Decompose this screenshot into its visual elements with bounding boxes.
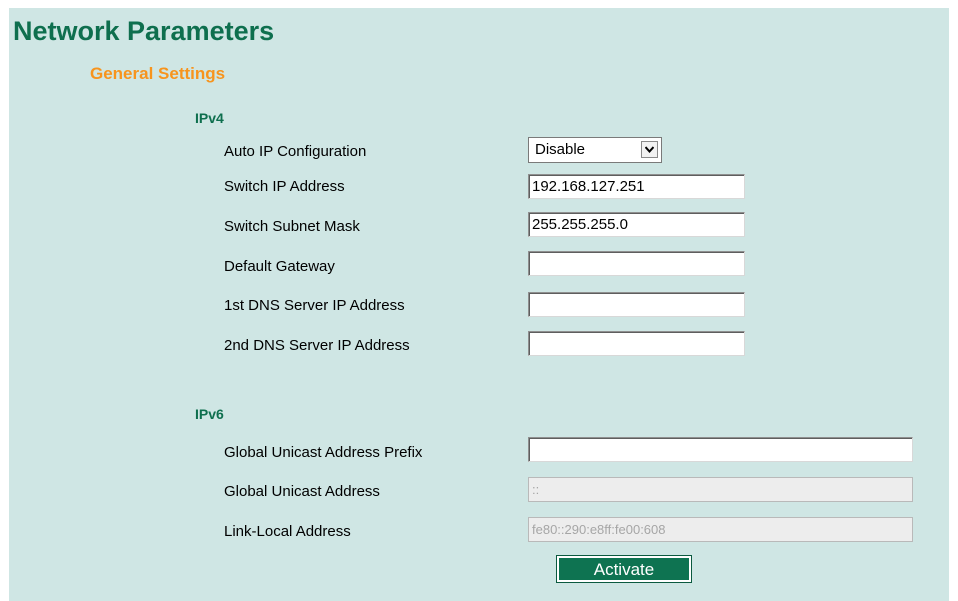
default-gateway-label: Default Gateway [224,258,335,275]
dns2-input[interactable] [528,331,745,356]
global-address-label: Global Unicast Address [224,483,380,500]
activate-button[interactable]: Activate [556,555,692,583]
default-gateway-input[interactable] [528,251,745,276]
link-local-label: Link-Local Address [224,523,351,540]
chevron-down-icon[interactable] [641,141,658,158]
dns2-label: 2nd DNS Server IP Address [224,337,410,354]
subnet-mask-input[interactable] [528,212,745,237]
link-local-input [528,517,913,542]
global-prefix-label: Global Unicast Address Prefix [224,444,423,461]
section-title: General Settings [90,64,226,83]
switch-ip-label: Switch IP Address [224,178,345,195]
ipv6-heading: IPv6 [195,406,224,422]
ipv4-heading: IPv4 [195,110,224,126]
dns1-input[interactable] [528,292,745,317]
auto-ip-select[interactable]: Disable [528,137,662,163]
subnet-mask-label: Switch Subnet Mask [224,218,360,235]
switch-ip-input[interactable] [528,174,745,199]
page-title: Network Parameters [13,16,275,46]
global-prefix-input[interactable] [528,437,913,462]
auto-ip-select-value: Disable [535,141,586,158]
settings-panel [9,8,949,601]
global-address-input [528,477,913,502]
dns1-label: 1st DNS Server IP Address [224,297,405,314]
auto-ip-label: Auto IP Configuration [224,143,367,160]
